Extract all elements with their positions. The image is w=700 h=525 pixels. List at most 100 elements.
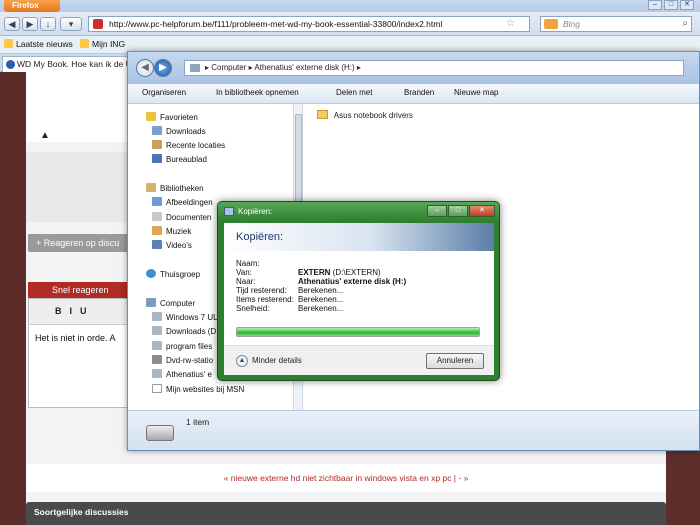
documents-icon [152, 212, 162, 221]
maximize-icon[interactable]: □ [448, 205, 468, 217]
close-icon[interactable]: ✕ [680, 0, 694, 10]
external-drive-icon [152, 369, 162, 378]
item-count: 1 item [186, 417, 210, 427]
bookmark-icon [4, 39, 13, 48]
dialog-titlebar: Kopiëren: – □ ✕ [218, 202, 499, 222]
minimize-icon[interactable]: – [427, 205, 447, 217]
nav-item[interactable]: Mijn websites bij MSN [152, 384, 244, 394]
back-icon[interactable]: ◀ [4, 17, 20, 31]
nav-favorites[interactable]: Favorieten [146, 112, 198, 122]
explorer-titlebar: ◀ ▶ ▸ Computer ▸ Athenatius' externe dis… [128, 52, 699, 84]
close-icon[interactable]: ✕ [469, 205, 495, 217]
search-engine-icon[interactable] [544, 19, 558, 29]
nav-item[interactable]: Bureaublad [152, 154, 207, 164]
drive-icon [152, 326, 162, 335]
maximize-icon[interactable]: □ [664, 0, 678, 10]
dialog-header: Kopiëren: [224, 223, 494, 251]
nav-item[interactable]: program files [152, 341, 212, 351]
copy-icon [224, 207, 234, 216]
url-text: http://www.pc-helpforum.be/f111/probleem… [109, 19, 443, 29]
copy-progress-bar [236, 327, 480, 337]
recent-icon [152, 140, 162, 149]
back-icon[interactable]: ◀ [136, 59, 154, 77]
help-icon [6, 60, 15, 69]
dialog-title: Kopiëren: [238, 207, 273, 216]
forward-icon[interactable]: ▶ [22, 17, 38, 31]
copy-dialog: Kopiëren: – □ ✕ Kopiëren: Naam: Van: EXTE… [217, 201, 500, 381]
browser-window-controls: – □ ✕ [648, 0, 694, 10]
dvd-drive-icon [152, 355, 162, 364]
bold-icon[interactable]: B [55, 306, 62, 324]
nav-item[interactable]: Afbeeldingen [152, 197, 213, 207]
nav-item[interactable]: Downloads (D [152, 326, 216, 336]
dialog-window-controls: – □ ✕ [427, 205, 495, 217]
nav-homegroup[interactable]: Thuisgroep [146, 269, 200, 279]
drive-icon [190, 64, 200, 72]
addon-icon[interactable]: ▾ [60, 17, 82, 31]
bookmark-star-icon[interactable]: ☆ [506, 17, 515, 31]
nav-item[interactable]: Muziek [152, 226, 191, 236]
dialog-heading: Kopiëren: [236, 231, 284, 243]
pictures-icon [152, 197, 162, 206]
less-details-toggle[interactable]: Minder details [252, 356, 302, 365]
minimize-icon[interactable]: – [648, 0, 662, 10]
similar-threads-header: Soortgelijke discussies [26, 502, 666, 525]
underline-icon[interactable]: U [80, 306, 87, 324]
nav-item[interactable]: Video's [152, 240, 192, 250]
url-bar[interactable]: http://www.pc-helpforum.be/f111/probleem… [88, 16, 530, 32]
search-input[interactable]: Bing ⌕ [540, 16, 692, 32]
nav-computer[interactable]: Computer [146, 298, 195, 308]
share-with-button[interactable]: Delen met [336, 88, 372, 97]
music-icon [152, 226, 162, 235]
nav-item-selected[interactable]: Athenatius' e [152, 369, 212, 379]
add-to-library-button[interactable]: In bibliotheek opnemen [216, 88, 299, 97]
homegroup-icon [146, 269, 156, 278]
organize-button[interactable]: Organiseren [142, 88, 186, 97]
nav-item[interactable]: Windows 7 UL [152, 312, 218, 322]
thread-navigation[interactable]: « nieuwe externe hd niet zichtbaar in wi… [26, 464, 666, 492]
site-favicon-icon [93, 19, 103, 29]
browser-titlebar: Firefox – □ ✕ [0, 0, 700, 12]
nav-libraries[interactable]: Bibliotheken [146, 183, 204, 193]
nav-item[interactable]: Documenten [152, 212, 211, 222]
explorer-toolbar: Organiseren In bibliotheek opnemen Delen… [128, 84, 699, 104]
firefox-menu-button[interactable]: Firefox [4, 0, 60, 12]
bookmark-item[interactable]: Mijn ING [80, 39, 125, 49]
forward-icon[interactable]: ▶ [154, 59, 172, 77]
dialog-footer: ▲ Minder details Annuleren [224, 345, 494, 375]
chevron-up-icon[interactable]: ▲ [236, 355, 248, 367]
download-icon[interactable]: ↓ [40, 17, 56, 31]
external-drive-icon [146, 425, 174, 441]
details-pane: 1 item [128, 410, 699, 450]
drive-icon [152, 312, 162, 321]
nav-item[interactable]: Recente locaties [152, 140, 225, 150]
downloads-icon [152, 126, 162, 135]
web-folder-icon [152, 384, 162, 393]
italic-icon[interactable]: I [70, 306, 73, 324]
drive-icon [152, 341, 162, 350]
cancel-button[interactable]: Annuleren [426, 353, 484, 369]
new-folder-button[interactable]: Nieuwe map [454, 88, 498, 97]
folder-icon [317, 110, 328, 119]
search-placeholder: Bing [563, 19, 581, 29]
nav-item[interactable]: Downloads [152, 126, 206, 136]
video-icon [152, 240, 162, 249]
desktop-icon [152, 154, 162, 163]
dialog-body: Kopiëren: Naam: Van: EXTERN (D:\EXTERN) N… [224, 223, 494, 375]
bookmark-item[interactable]: Laatste nieuws [4, 39, 73, 49]
bookmark-icon [80, 39, 89, 48]
nav-item[interactable]: Dvd-rw-statio [152, 355, 213, 365]
explorer-address-bar[interactable]: ▸ Computer ▸ Athenatius' externe disk (H… [184, 60, 684, 76]
burn-button[interactable]: Branden [404, 88, 434, 97]
star-icon [146, 112, 156, 121]
editor-text[interactable]: Het is niet in orde. A [35, 333, 116, 343]
search-icon[interactable]: ⌕ [682, 17, 688, 31]
warning-icon[interactable]: ▲ [40, 130, 50, 141]
page-margin [0, 72, 26, 525]
library-icon [146, 183, 156, 192]
breadcrumb: ▸ Computer ▸ Athenatius' externe disk (H… [205, 63, 361, 72]
computer-icon [146, 298, 156, 307]
folder-item[interactable]: Asus notebook drivers [317, 110, 413, 120]
browser-navigation-bar: ◀ ▶ ↓ ▾ http://www.pc-helpforum.be/f111/… [0, 12, 700, 36]
progress-fill [237, 328, 479, 336]
